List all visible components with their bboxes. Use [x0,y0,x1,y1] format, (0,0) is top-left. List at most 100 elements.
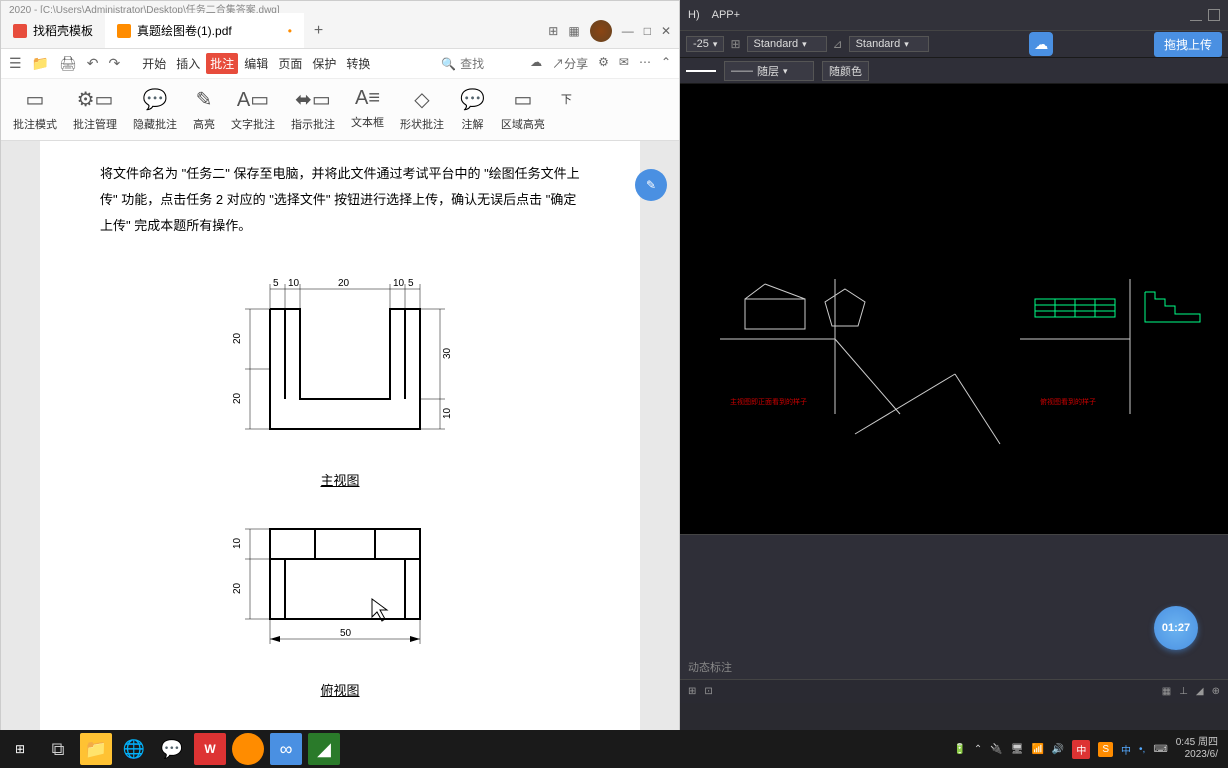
dimstyle-dropdown[interactable]: -25 [686,36,724,52]
settings-icon[interactable]: ⚙ [598,55,609,72]
search-box[interactable]: 🔍 [441,57,510,71]
pdf-viewport[interactable]: ✎ 将文件命名为 "任务二" 保存至电脑，并将此文件通过考试平台中的 "绘图任务… [1,141,679,731]
tray-monitor-icon[interactable]: 🖥 [1011,744,1024,755]
start-button[interactable]: ⊞ [4,733,36,765]
menu-page[interactable]: 页面 [274,53,306,74]
cloud-icon[interactable]: ☁ [530,55,542,72]
highlight-icon: ✎ [196,87,213,112]
tray-volume-icon[interactable]: 🔊 [1052,744,1064,755]
linetype-swatch[interactable] [686,70,716,72]
status-icon[interactable]: ▦ [1162,686,1171,697]
app-icon[interactable] [232,733,264,765]
grid-icon[interactable]: ▦ [568,24,579,38]
menu-annotate[interactable]: 批注 [206,53,238,74]
cloud-icon[interactable]: ☁ [1029,32,1053,56]
annotate-manage-button[interactable]: ⚙▭批注管理 [65,87,125,132]
status-icon[interactable]: ⊥ [1179,686,1188,697]
toolbar-icon[interactable]: ⊿ [833,37,843,51]
cad-drawing-area[interactable]: 主视图即正面看到的样子 俯视图看到的样子 [680,84,1228,534]
tablestyle-dropdown[interactable]: Standard [849,36,929,52]
menu-protect[interactable]: 保护 [308,53,340,74]
hide-annotate-button[interactable]: 💬隐藏批注 [125,87,185,132]
menu-convert[interactable]: 转换 [342,53,374,74]
ime-lang[interactable]: 中 [1121,742,1131,757]
tab-template[interactable]: 找稻壳模板 [1,13,105,48]
ime-sogou-icon[interactable]: S [1098,742,1113,757]
status-icon[interactable]: ⊡ [704,686,712,697]
tray-wifi-icon[interactable]: 📶 [1031,744,1043,755]
timer-badge: 01:27 [1154,606,1198,650]
ribbon-toolbar: ▭批注模式 ⚙▭批注管理 💬隐藏批注 ✎高亮 A▭文字批注 ⬌▭指示批注 A≡文… [1,79,679,141]
add-tab-button[interactable]: + [304,22,333,40]
tab-pdf-file[interactable]: 真题绘图卷(1).pdf • [105,13,304,48]
minimize-button[interactable]: — [622,24,634,38]
menu-edit[interactable]: 编辑 [240,53,272,74]
comment-button[interactable]: 💬注解 [452,87,493,132]
layout-icon[interactable]: ⊞ [548,24,558,38]
user-avatar[interactable] [590,20,612,42]
toolbar-icon[interactable]: ⊞ [730,37,740,51]
tray-icon[interactable]: 🔋 [953,744,965,755]
cad-minimize[interactable] [1190,9,1202,21]
cad-maximize[interactable] [1208,9,1220,21]
chevron-down-icon [904,38,909,50]
undo-icon[interactable]: ↶ [87,55,99,72]
menu-insert[interactable]: 插入 [172,53,204,74]
pointer-annotate-button[interactable]: ⬌▭指示批注 [283,87,343,132]
pdf-title-bar: 2020 - [C:\Users\Administrator\Desktop\任… [1,1,679,13]
textstyle-dropdown[interactable]: Standard [747,36,827,52]
search-input[interactable] [460,57,510,71]
feedback-icon[interactable]: ✉ [619,55,629,72]
app-icon[interactable]: ∞ [270,733,302,765]
collapse-icon[interactable]: ⌃ [661,55,671,72]
down-button[interactable]: 下 [553,87,580,132]
clock[interactable]: 0:45 周四 2023/6/ [1176,737,1218,761]
highlight-button[interactable]: ✎高亮 [185,87,223,132]
menu-appplus[interactable]: APP+ [712,9,740,21]
svg-text:10: 10 [442,407,453,419]
shape-annotate-button[interactable]: ◇形状批注 [392,87,452,132]
textbox-button[interactable]: A≡文本框 [343,87,392,132]
command-line[interactable]: 动态标注 [680,534,1228,679]
task-view-icon[interactable]: ⧉ [42,733,74,765]
area-highlight-button[interactable]: ▭区域高亮 [493,87,553,132]
annotate-mode-button[interactable]: ▭批注模式 [5,87,65,132]
menu-start[interactable]: 开始 [138,53,170,74]
svg-text:20: 20 [232,392,243,404]
close-button[interactable]: ✕ [661,24,671,38]
upload-button[interactable]: 拖拽上传 [1154,32,1222,57]
quick-access-bar: ☰ 📁 🖨 ↶ ↷ 开始 插入 批注 编辑 页面 保护 转换 🔍 ☁ ↗分享 ⚙… [1,49,679,79]
svg-text:20: 20 [232,332,243,344]
explorer-icon[interactable]: 📁 [80,733,112,765]
share-button[interactable]: ↗分享 [552,55,588,72]
status-icon[interactable]: ◢ [1196,686,1204,697]
annotation-right: 俯视图看到的样子 [1040,397,1096,406]
float-action-button[interactable]: ✎ [635,169,667,201]
ime-punct[interactable]: •, [1139,744,1145,755]
menu-tabs: 开始 插入 批注 编辑 页面 保护 转换 [138,53,374,74]
cad-icon[interactable]: ◢ [308,733,340,765]
top-view-drawing: 10 20 50 俯视图 [100,509,580,699]
tab-label: 找稻壳模板 [33,22,93,39]
status-icon[interactable]: ⊞ [688,686,696,697]
print-icon[interactable]: 🖨 [59,55,77,72]
status-icon[interactable]: ⊕ [1212,686,1220,697]
windows-taskbar: ⊞ ⧉ 📁 🌐 💬 W ∞ ◢ 🔋 ⌃ 🔌 🖥 📶 🔊 中 S 中 •, ⌨ 0… [0,730,1228,768]
more-icon[interactable]: ⋯ [639,55,651,72]
menu-icon[interactable]: ☰ [9,55,22,72]
tray-usb-icon[interactable]: 🔌 [990,744,1002,755]
menu-help[interactable]: H) [688,9,700,21]
mode-icon: ▭ [26,87,45,112]
tray-up-icon[interactable]: ⌃ [974,744,982,755]
ime-keyboard[interactable]: ⌨ [1153,744,1167,755]
maximize-button[interactable]: □ [644,24,651,38]
text-annotate-button[interactable]: A▭文字批注 [223,87,283,132]
browser-icon[interactable]: 🌐 [118,733,150,765]
redo-icon[interactable]: ↷ [109,55,121,72]
lineweight-dropdown[interactable]: —— 随层 [724,61,814,81]
color-dropdown[interactable]: 随颜色 [822,61,869,81]
open-icon[interactable]: 📁 [32,55,49,72]
wechat-icon[interactable]: 💬 [156,733,188,765]
wps-icon[interactable]: W [194,733,226,765]
ime-badge[interactable]: 中 [1072,740,1090,759]
